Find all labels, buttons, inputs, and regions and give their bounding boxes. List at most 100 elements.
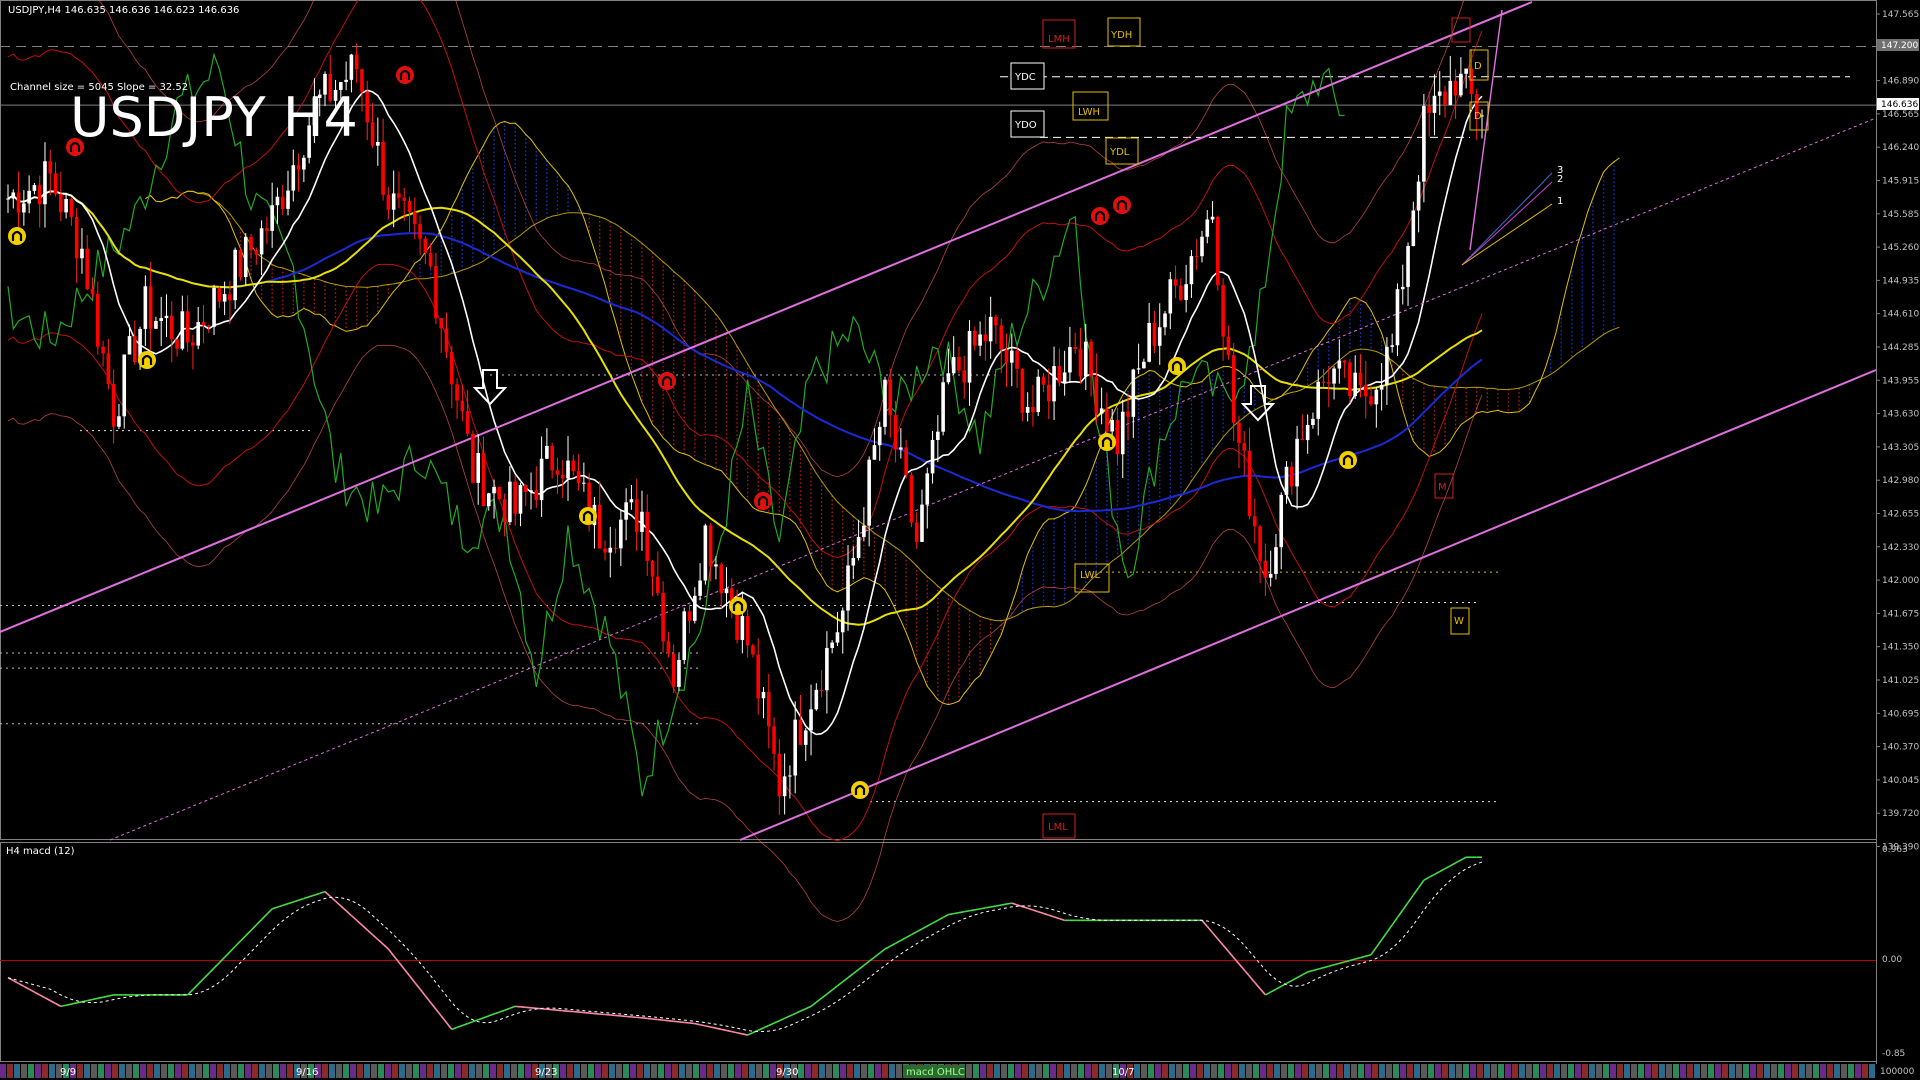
date-strip-block [1694,1064,1700,1078]
date-strip-block [1673,1064,1679,1078]
bull-candle [1416,181,1421,211]
bull-candle [233,249,237,301]
bear-candle [90,288,95,294]
bull-candle [349,54,354,80]
macd-segment [726,1029,732,1033]
bear-candle [1221,285,1225,337]
date-strip-block [1008,1064,1014,1078]
bear-candle [59,194,63,213]
bull-candle [1120,411,1125,455]
bull-candle [1411,210,1416,246]
bear-candle [534,490,539,501]
date-strip-block [819,1064,825,1078]
date-strip-block [1232,1064,1238,1078]
bear-candle [16,192,21,213]
date-strip-block [1267,1064,1273,1078]
date-strip-block [1428,1064,1434,1078]
date-strip-block [1043,1064,1049,1078]
bear-candle [37,185,42,205]
macd-segment [76,1001,83,1004]
fib-label-2: 2 [1557,174,1563,185]
date-strip-block [1239,1064,1245,1078]
bull-candle [967,330,972,383]
buy-signal-icon [8,227,26,245]
date-strip-block [1400,1064,1406,1078]
bear-candle [191,342,195,346]
date-strip-block [756,1064,762,1078]
bull-candle [761,691,766,699]
bear-candle [148,286,153,329]
y-tick-label: 142.980 [1882,476,1919,486]
bear-candle [819,689,824,691]
macd-segment [953,911,960,915]
date-strip-block [1575,1064,1581,1078]
bull-candle [518,485,523,514]
bull-candle [809,709,813,731]
bear-candle [360,69,364,92]
date-strip-block [1071,1064,1077,1078]
date-strip-block [483,1064,489,1078]
date-strip-block [1666,1064,1672,1078]
date-strip-block [511,1064,517,1078]
bear-candle [1326,382,1331,384]
macd-tick-zero: 0.00 [1882,955,1902,965]
bear-candle [249,236,253,251]
chart-header: USDJPY,H4 146.635 146.636 146.623 146.63… [8,5,239,16]
date-strip-block [364,1064,370,1078]
buy-signal-icon [851,781,869,799]
date-strip-block [1533,1064,1539,1078]
bull-candle [1279,494,1284,548]
tag-lwh: LWH [1078,107,1100,118]
date-strip-block [1155,1064,1161,1078]
fib-label-1: 1 [1557,196,1563,207]
bull-candle [539,458,544,501]
date-strip-block [896,1064,902,1078]
date-strip-block [735,1064,741,1078]
bull-candle [677,659,681,687]
date-strip-block [1736,1064,1742,1078]
date-strip-block [980,1064,986,1078]
date-strip-block [224,1064,230,1078]
bull-candle [724,588,729,594]
y-tick-label: 146.890 [1882,77,1919,87]
bull-candle [302,157,306,170]
bull-candle [941,382,945,432]
date-strip-block [826,1064,832,1078]
bull-candle [1459,73,1463,96]
date-strip-block [322,1064,328,1078]
bear-candle [1031,406,1035,413]
date-strip-block [1085,1064,1091,1078]
macd-segment [958,910,965,914]
date-strip-block [574,1064,580,1078]
bear-candle [555,470,560,475]
date-strip-block [1785,1064,1791,1078]
bull-candle [143,286,148,329]
date-label-5: 10/7 [1112,1067,1134,1078]
macd-segment [647,1017,653,1020]
buy-signal-icon [1168,357,1186,375]
date-strip-block [406,1064,412,1078]
date-strip-block [1183,1064,1189,1078]
bull-candle [1062,372,1067,383]
date-strip-block [1589,1064,1595,1078]
bull-candle [1464,68,1468,74]
date-strip-block [1792,1064,1798,1078]
date-strip-block [1288,1064,1294,1078]
date-strip-block [994,1064,1000,1078]
date-strip-block [28,1064,34,1078]
bull-candle [376,141,380,146]
date-strip-block [1050,1064,1056,1078]
bull-candle [1025,406,1030,413]
date-strip-block [1645,1064,1651,1078]
date-strip-block [378,1064,384,1078]
bear-candle [1020,368,1025,413]
tag-ydh: YDH [1110,30,1132,41]
date-strip-block [707,1064,713,1078]
bull-candle [1184,284,1188,300]
tag-ydc: YDC [1014,72,1036,83]
bear-candle [756,654,761,699]
bear-candle [719,564,724,594]
date-strip-block [728,1064,734,1078]
bull-candle [582,482,586,484]
buy-signal-icon [729,597,747,615]
